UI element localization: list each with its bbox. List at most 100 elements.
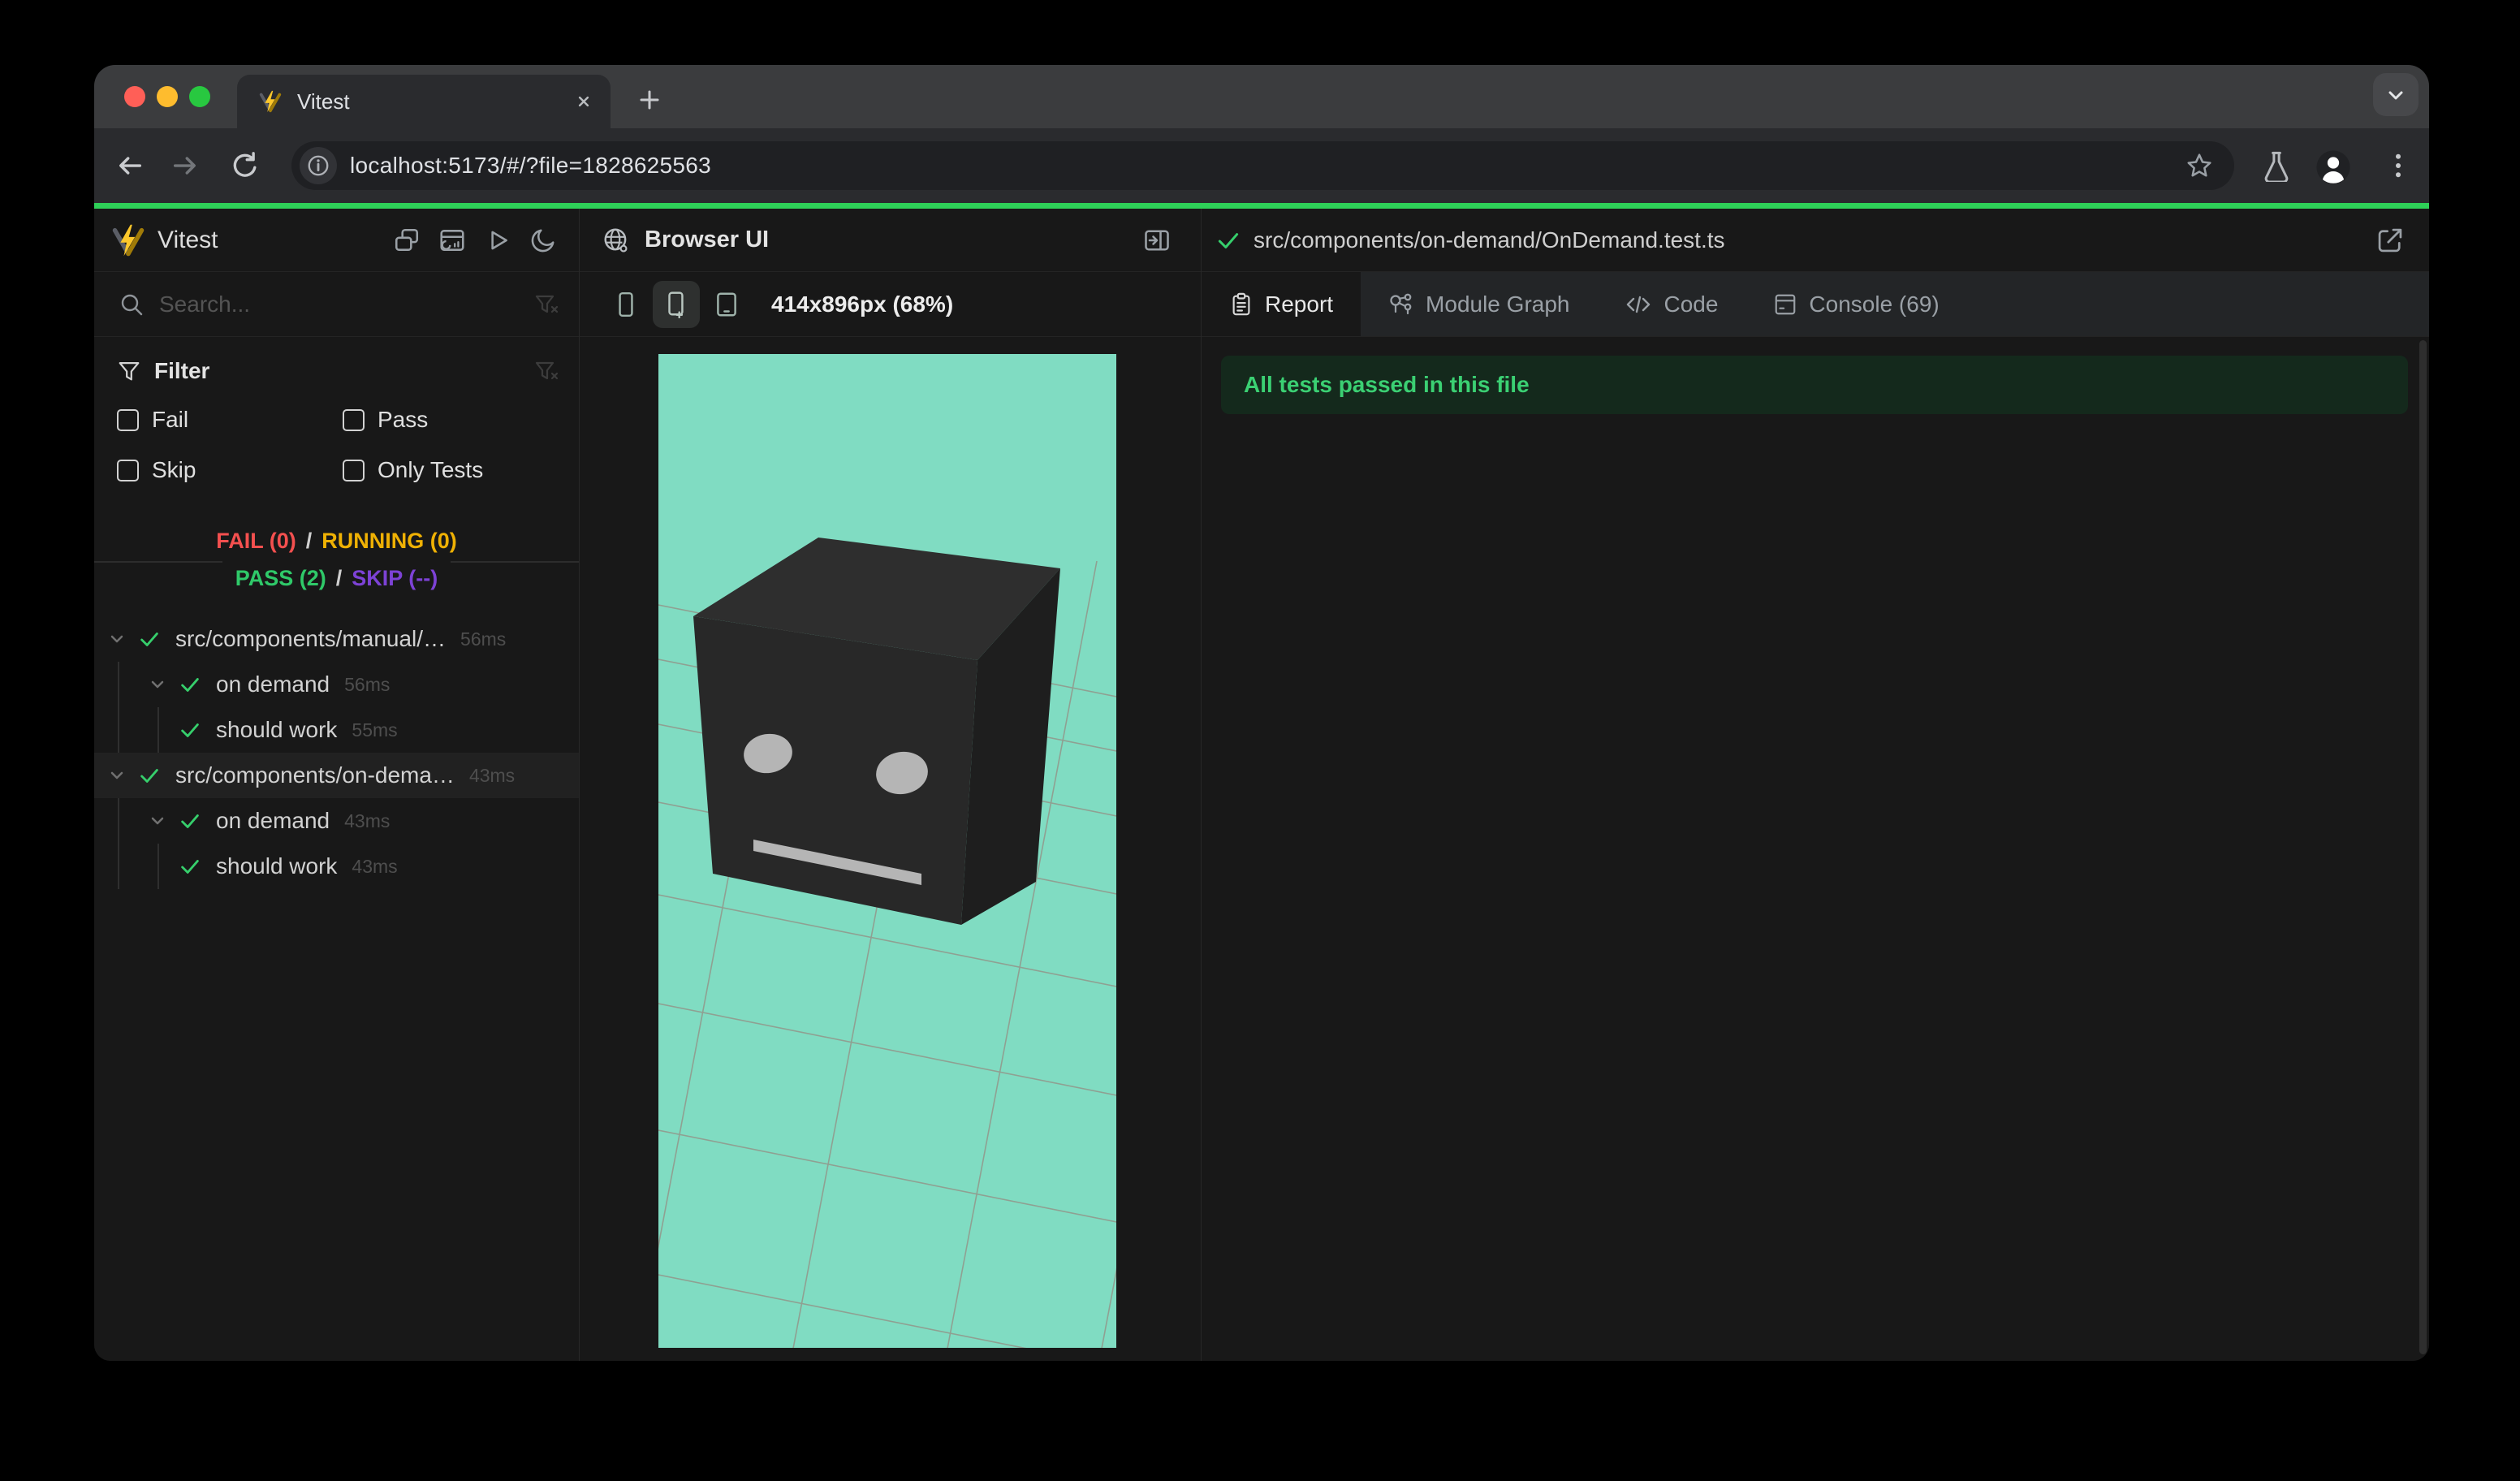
tab-module-graph[interactable]: Module Graph [1361,272,1597,336]
new-tab-button[interactable] [633,84,666,116]
browser-tabstrip: Vitest [94,65,2429,128]
checkbox-label: Fail [152,407,189,432]
tab-label: Module Graph [1426,291,1570,317]
chevron-down-icon[interactable] [101,764,133,787]
reload-button[interactable] [231,151,260,180]
tree-item-label: on demand [216,808,330,833]
test-tree: src/components/manual/… 56ms on demand 5… [94,616,579,889]
search-input[interactable] [159,291,533,317]
tree-item-label: should work [216,853,338,879]
tree-item-duration: 55ms [352,719,398,740]
test-summary: FAIL (0) / RUNNING (0) PASS (2) / SKIP (… [94,522,579,603]
browser-tab-vitest[interactable]: Vitest [237,75,611,128]
address-bar[interactable]: localhost:5173/#/?file=1828625563 [291,141,2234,190]
sidebar-header: Vitest [94,209,579,272]
browser-toolbar: localhost:5173/#/?file=1828625563 [94,128,2429,203]
tree-item-duration: 43ms [352,855,398,877]
zoom-window-button[interactable] [189,86,210,107]
chevron-down-icon[interactable] [101,628,133,650]
site-info-icon[interactable] [300,147,337,184]
url-text: localhost:5173/#/?file=1828625563 [350,153,712,178]
chevron-down-icon[interactable] [141,810,174,832]
sidebar: Vitest Search... Filter Fail Pass Skip O… [94,209,580,1361]
funnel-icon [117,359,141,383]
tab-label: Console (69) [1809,291,1940,317]
report-tabbar: Report Module Graph Code Console (69) [1202,272,2429,337]
tree-item-label: on demand [216,671,330,697]
check-icon [174,672,206,697]
report-panel: src/components/on-demand/OnDemand.test.t… [1202,209,2429,1361]
menu-dots-icon[interactable] [2382,149,2414,182]
file-header: src/components/on-demand/OnDemand.test.t… [1202,209,2429,272]
device-phone-button[interactable] [602,281,649,328]
tree-item-label: src/components/on-dema… [175,762,455,788]
viewport-size-label: 414x896px (68%) [771,291,954,317]
filter-title: Filter [154,358,210,383]
device-tablet-button[interactable] [703,281,750,328]
file-path: src/components/on-demand/OnDemand.test.t… [1254,227,1725,253]
check-icon [174,854,206,879]
tab-report[interactable]: Report [1202,272,1361,336]
console-icon [1776,294,1796,314]
scrollbar[interactable] [2419,340,2427,1354]
tree-item-label: should work [216,717,338,742]
tree-item-duration: 43ms [344,810,391,831]
checkbox[interactable] [117,459,139,481]
filter-checkbox-fail[interactable]: Fail [117,400,343,439]
tree-row-file[interactable]: src/components/manual/… 56ms [94,616,579,662]
forward-button[interactable] [170,151,200,180]
tab-label: Code [1663,291,1719,317]
tree-row-file-selected[interactable]: src/components/on-dema… 43ms [94,753,579,798]
tab-console[interactable]: Console (69) [1745,272,1966,336]
panel-right-icon[interactable] [1142,226,1172,255]
tab-close-icon[interactable] [573,91,594,112]
dark-mode-moon-icon[interactable] [529,226,558,255]
tree-row-test[interactable]: should work 43ms [94,844,579,889]
browser-window: Vitest localhost:5173/#/?file=1828625563… [94,65,2429,1361]
tab-search-button[interactable] [2373,73,2419,116]
clear-filter-icon[interactable] [533,358,559,384]
globe-icon [602,227,630,254]
filter-checkbox-pass[interactable]: Pass [343,400,559,439]
tested-app-viewport[interactable] [658,354,1116,1348]
run-all-play-icon[interactable] [483,226,512,255]
checkbox[interactable] [343,459,365,481]
profile-avatar[interactable] [2315,149,2351,185]
back-button[interactable] [115,151,145,180]
tree-row-suite[interactable]: on demand 43ms [94,798,579,844]
tree-row-suite[interactable]: on demand 56ms [94,662,579,707]
app-title: Vitest [158,226,218,253]
clear-search-filter-icon[interactable] [533,291,559,317]
search-row [94,272,579,337]
running-count: RUNNING (0) [321,529,457,553]
test-progress-bar [94,203,2429,209]
tree-item-duration: 56ms [344,673,391,695]
device-phone-plus-button[interactable] [653,280,700,328]
tree-item-duration: 43ms [468,764,516,786]
filter-section: Filter Fail Pass Skip Only Tests [94,337,579,490]
tree-item-duration: 56ms [460,628,507,650]
minimize-window-button[interactable] [157,86,178,107]
check-icon [133,763,166,788]
checkbox[interactable] [117,408,139,431]
clipboard-icon [1232,292,1250,315]
skip-count: SKIP (--) [352,566,438,590]
checkbox[interactable] [343,408,365,431]
chevron-down-icon[interactable] [141,673,174,696]
dashboard-icon[interactable] [438,226,467,255]
tab-code[interactable]: Code [1597,272,1745,336]
vitest-logo-icon [110,222,146,258]
check-icon [174,718,206,742]
close-window-button[interactable] [124,86,145,107]
tab-title: Vitest [297,89,350,114]
tree-row-test[interactable]: should work 55ms [94,707,579,753]
filter-checkbox-only-tests[interactable]: Only Tests [343,451,559,490]
experiments-flask-icon[interactable] [2260,149,2293,182]
open-external-icon[interactable] [2375,226,2405,255]
collapse-windows-icon[interactable] [392,226,421,255]
robot-cube [693,538,1060,925]
filter-checkbox-skip[interactable]: Skip [117,451,343,490]
check-icon [1215,227,1242,254]
chevron-down-icon [2388,91,2403,99]
bookmark-star-icon[interactable] [2186,152,2213,179]
